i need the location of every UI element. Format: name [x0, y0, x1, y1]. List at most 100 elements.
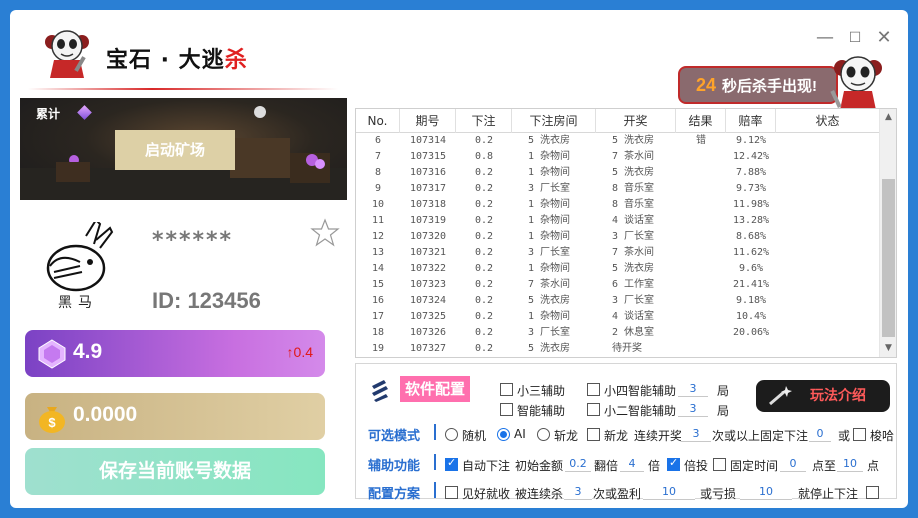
scroll-down-icon[interactable]: ▼: [880, 340, 896, 357]
table-row[interactable]: 10 107318 0.2 1 杂物间 8 音乐室 11.98%: [356, 197, 880, 213]
table-row[interactable]: 14 107322 0.2 1 杂物间 5 洗衣房 9.6%: [356, 261, 880, 277]
small2-label: 小二智能辅助: [604, 404, 677, 418]
cell-odds: 7.88%: [735, 167, 767, 178]
killed-input[interactable]: [564, 484, 592, 500]
cell-bet: 0.2: [474, 215, 494, 226]
fixed-bet-input[interactable]: [809, 426, 831, 442]
cell-odds: 13.28%: [732, 215, 770, 226]
cell-no: 15: [371, 279, 385, 290]
streak-label: 连续开奖: [634, 429, 683, 443]
cell-draw: 5 洗衣房: [612, 167, 655, 178]
cell-draw: 3 厂长室: [612, 231, 655, 242]
table-row[interactable]: 7 107315 0.8 1 杂物间 7 茶水间 12.42%: [356, 149, 880, 165]
cell-no: 18: [371, 327, 385, 338]
cell-no: 16: [371, 295, 385, 306]
multiply-input[interactable]: [620, 456, 644, 472]
double-bet-label: 倍投: [684, 459, 709, 473]
cell-result: [676, 149, 726, 165]
scroll-up-icon[interactable]: ▲: [880, 109, 896, 126]
cell-bet: 0.8: [474, 151, 494, 162]
profit-input[interactable]: [643, 484, 695, 500]
table-row[interactable]: 19 107327 0.2 5 洗衣房 待开奖: [356, 341, 880, 357]
save-account-button[interactable]: 保存当前账号数据: [25, 448, 325, 495]
small4-unit: 局: [717, 384, 730, 398]
config-title: 软件配置: [400, 376, 471, 402]
cell-odds: [726, 341, 776, 357]
star-icon[interactable]: [310, 218, 340, 248]
small2-unit: 局: [717, 404, 730, 418]
small3-checkbox[interactable]: [500, 383, 513, 396]
cell-draw: 8 音乐室: [612, 199, 655, 210]
profit-label: 次或盈利: [593, 487, 642, 501]
table-row[interactable]: 15 107323 0.2 7 茶水间 6 工作室 21.41%: [356, 277, 880, 293]
close-icon[interactable]: ✕: [872, 28, 896, 48]
fixed-time-checkbox[interactable]: [713, 458, 726, 471]
small4-checkbox[interactable]: [587, 383, 600, 396]
cell-bet-room: 1 杂物间: [528, 151, 571, 162]
table-scrollbar[interactable]: ▲ ▼: [879, 109, 896, 357]
auto-bet-checkbox[interactable]: [445, 456, 458, 471]
cell-bet: 0.2: [474, 327, 494, 338]
mode-random-radio[interactable]: [445, 428, 458, 441]
time-from-input[interactable]: [780, 456, 806, 472]
start-mine-button[interactable]: 启动矿场: [115, 130, 235, 170]
time-to-label: 点至: [812, 459, 837, 473]
bet-history-table[interactable]: No. 期号 下注 下注房间 开奖 结果 赔率 状态 6 107314 0.2 5 洗…: [355, 108, 897, 358]
cell-result: [676, 309, 726, 325]
cell-no: 17: [371, 311, 385, 322]
cell-result: 错: [696, 135, 706, 146]
new-dragon-checkbox[interactable]: [587, 428, 600, 441]
svg-text:$: $: [48, 415, 56, 430]
table-row[interactable]: 13 107321 0.2 3 厂长室 7 茶水间 11.62%: [356, 245, 880, 261]
table-row[interactable]: 8 107316 0.2 1 杂物间 5 洗衣房 7.88%: [356, 165, 880, 181]
cell-draw: 5 洗衣房: [612, 263, 655, 274]
cell-bet-room: 1 杂物间: [528, 263, 571, 274]
countdown-seconds: 24: [696, 75, 717, 95]
table-row[interactable]: 18 107326 0.2 3 厂长室 2 休息室 20.06%: [356, 325, 880, 341]
cell-bet-room: 1 杂物间: [528, 199, 571, 210]
table-row[interactable]: 9 107317 0.2 3 厂长室 8 音乐室 9.73%: [356, 181, 880, 197]
allin-label: 梭哈: [870, 429, 895, 443]
loss-input[interactable]: [740, 484, 792, 500]
cumulative-label: 累计: [36, 107, 61, 121]
stop-checkbox[interactable]: [866, 486, 879, 499]
streak-input[interactable]: [681, 426, 711, 442]
cell-no: 6: [374, 135, 382, 146]
mode-random-label: 随机: [462, 429, 487, 443]
allin-checkbox[interactable]: [853, 428, 866, 441]
table-row[interactable]: 16 107324 0.2 5 洗衣房 3 厂长室 9.18%: [356, 293, 880, 309]
cell-no: 14: [371, 263, 385, 274]
small4-input[interactable]: [678, 381, 708, 397]
cell-bet-room: 7 茶水间: [528, 279, 571, 290]
cell-bet-room: 3 厂长室: [528, 247, 571, 258]
mode-ai-label: AI: [514, 427, 526, 441]
maximize-icon[interactable]: ☐: [843, 28, 867, 48]
cell-bet: 0.2: [474, 135, 494, 146]
double-bet-checkbox[interactable]: [667, 456, 680, 471]
table-row[interactable]: 17 107325 0.2 1 杂物间 4 谈话室 10.4%: [356, 309, 880, 325]
fixed-time-label: 固定时间: [730, 459, 779, 473]
cell-issue: 107319: [409, 215, 447, 226]
minimize-icon[interactable]: —: [813, 28, 837, 48]
mine-scene: 累计 启动矿场: [20, 98, 347, 200]
small2-checkbox[interactable]: [587, 403, 600, 416]
cell-issue: 107316: [409, 167, 447, 178]
take-profit-checkbox[interactable]: [445, 486, 458, 499]
mode-dragon-radio[interactable]: [537, 428, 550, 441]
masked-account: ******: [152, 228, 234, 253]
cell-odds: 21.41%: [732, 279, 770, 290]
time-to-input[interactable]: [837, 456, 863, 472]
cell-odds: 9.12%: [735, 135, 767, 146]
small2-input[interactable]: [678, 401, 708, 417]
smart-checkbox[interactable]: [500, 403, 513, 416]
plan-label: 配置方案: [368, 487, 421, 502]
help-button[interactable]: 玩法介绍: [756, 380, 890, 412]
mode-ai-radio[interactable]: [497, 428, 510, 441]
cell-result: [676, 165, 726, 181]
cell-issue: 107321: [409, 247, 447, 258]
table-row[interactable]: 11 107319 0.2 1 杂物间 4 谈话室 13.28%: [356, 213, 880, 229]
initial-amount-input[interactable]: [565, 456, 591, 472]
table-row[interactable]: 12 107320 0.2 1 杂物间 3 厂长室 8.68%: [356, 229, 880, 245]
scroll-thumb[interactable]: [882, 179, 895, 337]
table-row[interactable]: 6 107314 0.2 5 洗衣房 5 洗衣房 错 9.12%: [356, 133, 880, 149]
